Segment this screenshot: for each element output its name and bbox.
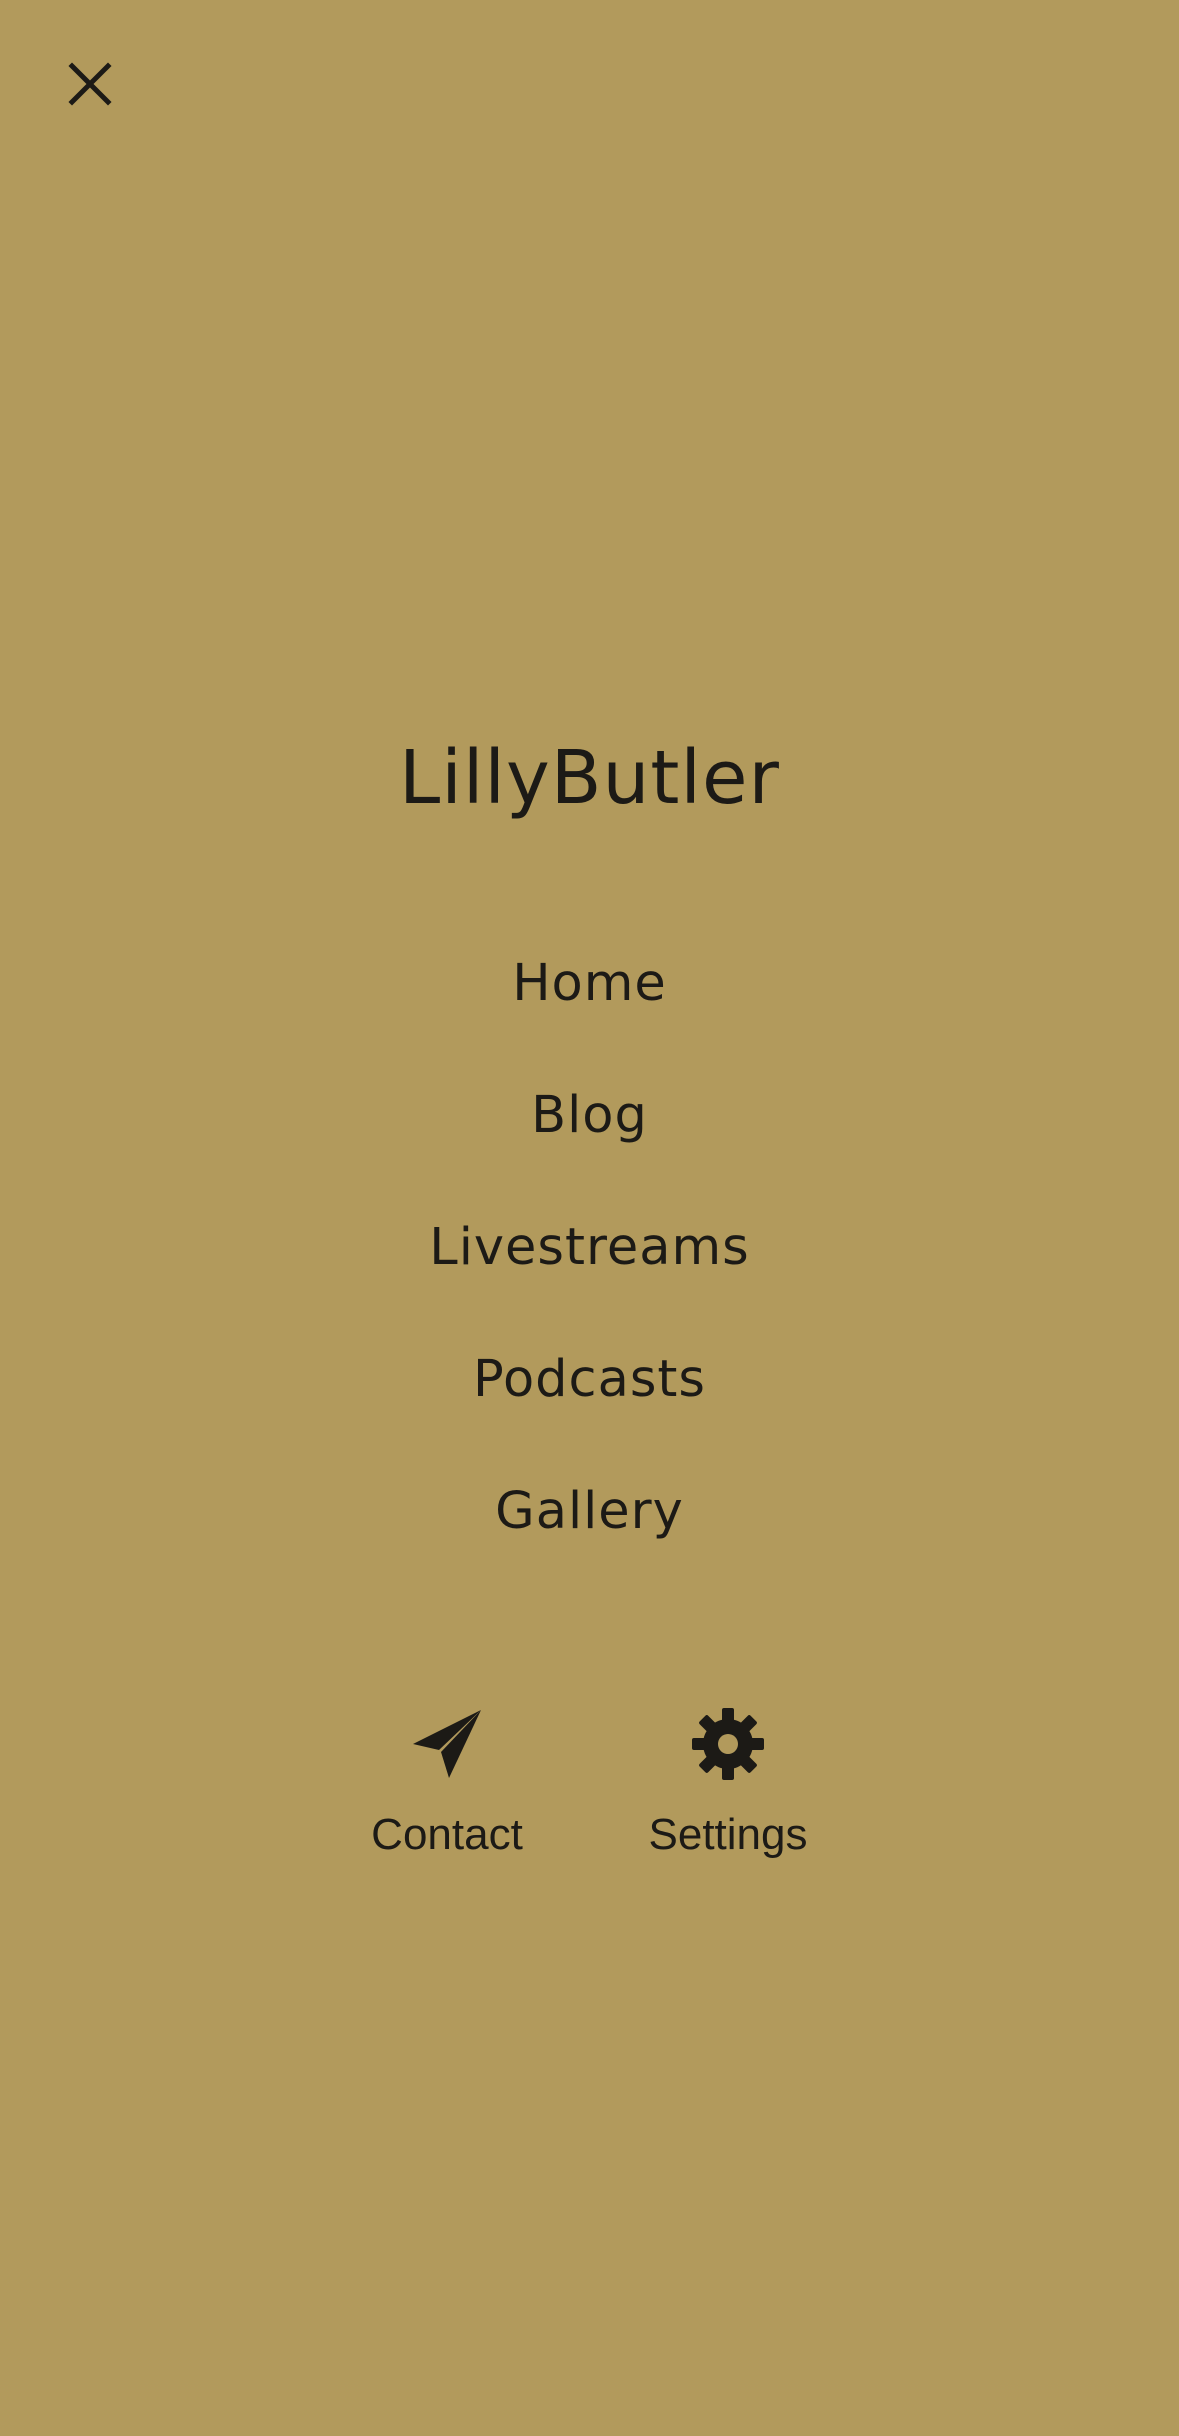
paper-plane-icon — [411, 1708, 483, 1780]
footer-actions: Contact Settings — [0, 1708, 1179, 1888]
contact-label: Contact — [371, 1810, 523, 1859]
nav-item-label[interactable]: Podcasts — [473, 1350, 706, 1409]
nav-item-label[interactable]: Blog — [531, 1086, 648, 1145]
nav-item-label[interactable]: Livestreams — [429, 1218, 749, 1277]
settings-button[interactable]: Settings — [608, 1708, 848, 1862]
close-button[interactable] — [62, 56, 118, 112]
nav-item-label[interactable]: Home — [512, 954, 667, 1013]
settings-label: Settings — [648, 1810, 808, 1859]
close-icon — [62, 56, 118, 112]
nav-item-gallery[interactable]: Gallery — [0, 1466, 1179, 1598]
nav-item-label[interactable]: Gallery — [495, 1482, 684, 1541]
nav-item-blog[interactable]: Blog — [0, 1070, 1179, 1202]
gear-icon — [692, 1708, 764, 1780]
nav-item-podcasts[interactable]: Podcasts — [0, 1334, 1179, 1466]
nav-item-livestreams[interactable]: Livestreams — [0, 1202, 1179, 1334]
main-nav: Home Blog Livestreams Podcasts Gallery — [0, 938, 1179, 1598]
brand-title: LillyButler — [399, 735, 780, 821]
contact-button[interactable]: Contact — [327, 1708, 567, 1862]
nav-item-home[interactable]: Home — [0, 938, 1179, 1070]
